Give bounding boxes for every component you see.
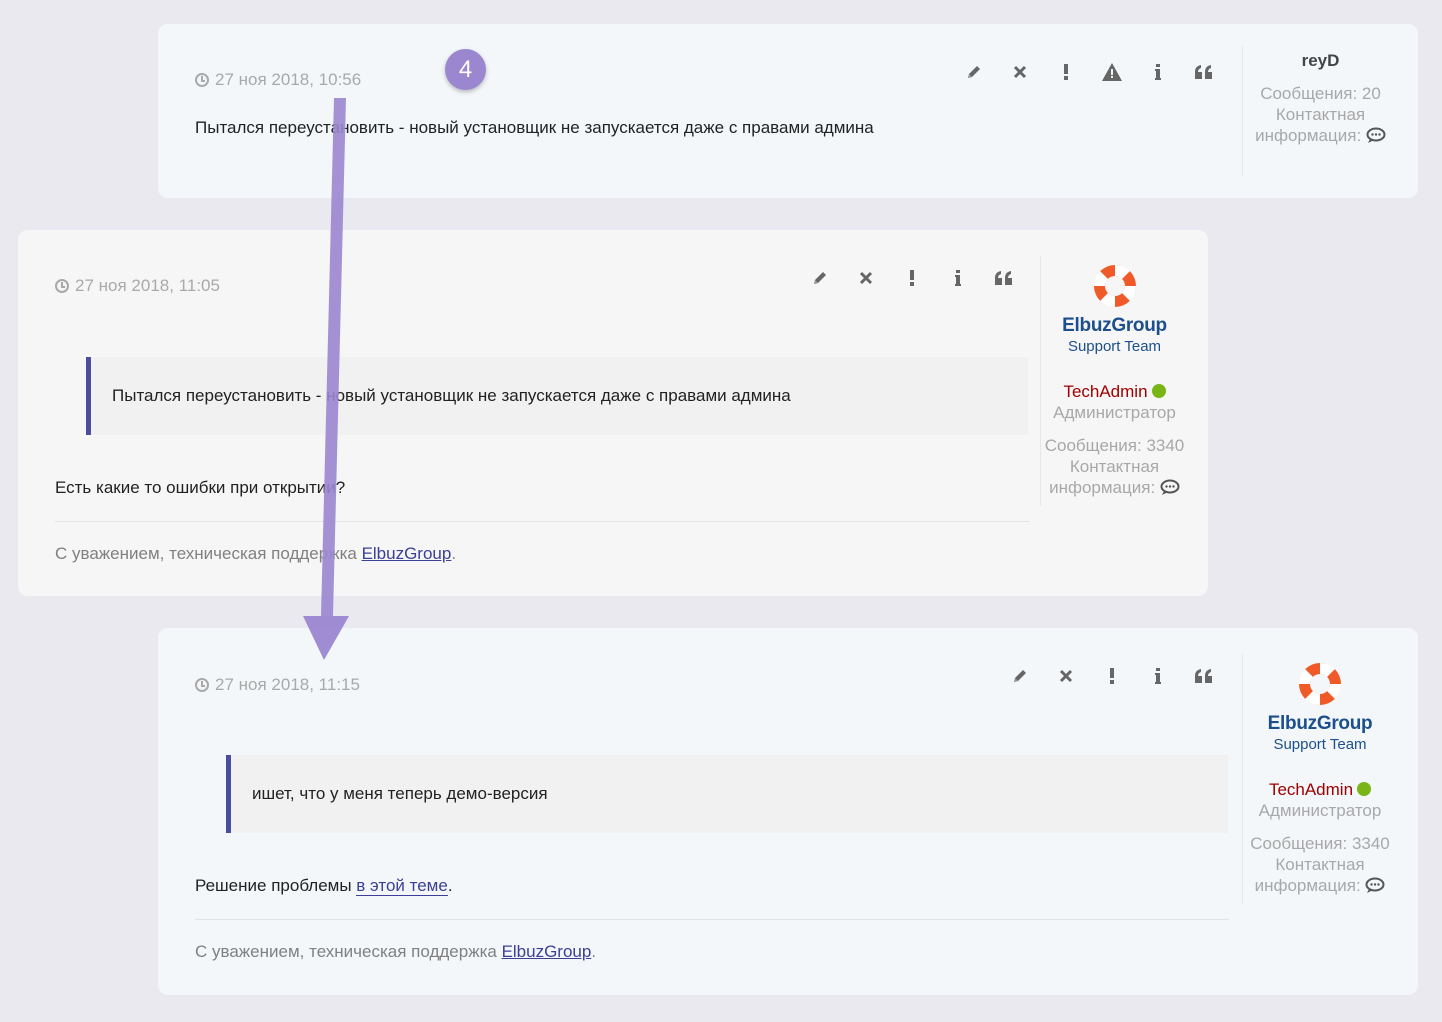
info-icon xyxy=(1155,64,1161,80)
close-icon xyxy=(1013,65,1027,79)
info-button[interactable] xyxy=(1135,60,1181,84)
contact-info: информация: xyxy=(1243,125,1398,146)
edit-button[interactable] xyxy=(797,266,843,290)
close-icon xyxy=(1059,669,1073,683)
post-3: 27 ноя 2018, 11:15 ишет, что у меня тепе… xyxy=(158,628,1418,995)
post-date: 27 ноя 2018, 10:56 xyxy=(195,70,361,90)
report-button[interactable] xyxy=(1043,60,1089,84)
post-date: 27 ноя 2018, 11:15 xyxy=(195,675,360,695)
clock-icon xyxy=(195,73,209,87)
edit-button[interactable] xyxy=(997,664,1043,688)
author-divider xyxy=(1242,654,1243,904)
topic-link[interactable]: в этой теме xyxy=(356,876,448,896)
post-message: Решение проблемы в этой теме. xyxy=(195,876,453,896)
chat-bubble-icon[interactable] xyxy=(1365,877,1385,894)
post-actions xyxy=(997,664,1227,688)
info-button[interactable] xyxy=(1135,664,1181,688)
warning-icon xyxy=(1102,63,1122,81)
online-status-indicator xyxy=(1357,782,1372,796)
quote-icon xyxy=(1195,65,1212,79)
exclamation-icon xyxy=(910,270,914,286)
quote-icon xyxy=(995,271,1012,285)
info-icon xyxy=(955,270,961,286)
author-role: Администратор xyxy=(1258,801,1382,820)
pencil-icon xyxy=(968,66,980,78)
author-name-row: TechAdmin xyxy=(1244,779,1396,800)
contact-label: Контактная xyxy=(1275,105,1366,124)
report-button[interactable] xyxy=(889,266,935,290)
post-2: 27 ноя 2018, 11:05 Пытался переустановит… xyxy=(18,230,1208,596)
exclamation-icon xyxy=(1110,668,1114,684)
edit-button[interactable] xyxy=(951,60,997,84)
contact-label: Контактная xyxy=(1275,855,1365,874)
online-status-indicator xyxy=(1151,384,1166,398)
contact-label: Контактная xyxy=(1069,457,1160,476)
step-number-badge: 4 xyxy=(445,49,486,90)
chat-bubble-icon[interactable] xyxy=(1366,127,1386,144)
post-message: Пытался переустановить - новый установщи… xyxy=(195,118,874,137)
info-button[interactable] xyxy=(935,266,981,290)
signature-link[interactable]: ElbuzGroup xyxy=(502,942,592,961)
exclamation-icon xyxy=(1064,64,1068,80)
warn-button[interactable] xyxy=(1089,60,1135,84)
support-logo: ElbuzGroup Support Team xyxy=(1038,262,1191,357)
delete-button[interactable] xyxy=(997,60,1043,84)
signature-divider xyxy=(195,919,1229,920)
lifebuoy-icon xyxy=(1298,662,1342,706)
author-panel: ElbuzGroup Support Team TechAdmin Админи… xyxy=(1038,262,1191,498)
post-actions xyxy=(951,60,1227,84)
info-icon xyxy=(1155,668,1161,684)
pencil-icon xyxy=(1014,670,1026,682)
author-posts-count: Сообщения: 3340 xyxy=(1044,436,1185,455)
quote-block: ишет, что у меня теперь демо-версия xyxy=(226,755,1228,833)
lifebuoy-icon xyxy=(1093,264,1136,308)
post-date: 27 ноя 2018, 11:05 xyxy=(55,276,220,296)
post-message: Есть какие то ошибки при открытии? xyxy=(55,478,346,497)
quote-button[interactable] xyxy=(981,266,1027,290)
author-name[interactable]: TechAdmin xyxy=(1063,382,1147,401)
author-posts-count: Сообщения: 3340 xyxy=(1250,834,1390,853)
signature: С уважением, техническая поддержка Elbuz… xyxy=(195,942,597,961)
post-1: 27 ноя 2018, 10:56 Пытался переустановит… xyxy=(158,24,1418,198)
clock-icon xyxy=(195,678,209,692)
quote-icon xyxy=(1195,669,1212,683)
report-button[interactable] xyxy=(1089,664,1135,688)
support-logo: ElbuzGroup Support Team xyxy=(1244,660,1396,755)
quote-button[interactable] xyxy=(1181,664,1227,688)
author-posts-count: Сообщения: 20 xyxy=(1260,84,1381,103)
post-actions xyxy=(797,266,1027,290)
delete-button[interactable] xyxy=(1043,664,1089,688)
signature-link[interactable]: ElbuzGroup xyxy=(362,544,452,563)
author-name-row: TechAdmin xyxy=(1038,381,1191,402)
contact-info: информация: xyxy=(1244,875,1396,896)
author-role: Администратор xyxy=(1053,403,1176,422)
author-name[interactable]: reyD xyxy=(1243,50,1398,71)
close-icon xyxy=(859,271,873,285)
author-panel: reyD Сообщения: 20 Контактная информация… xyxy=(1243,50,1398,146)
clock-icon xyxy=(55,279,69,293)
signature-divider xyxy=(55,521,1029,522)
quote-button[interactable] xyxy=(1181,60,1227,84)
quote-block: Пытался переустановить - новый установщи… xyxy=(86,357,1028,435)
delete-button[interactable] xyxy=(843,266,889,290)
author-name[interactable]: TechAdmin xyxy=(1269,780,1353,799)
chat-bubble-icon[interactable] xyxy=(1160,479,1180,496)
author-panel: ElbuzGroup Support Team TechAdmin Админи… xyxy=(1244,660,1396,896)
contact-info: информация: xyxy=(1038,477,1191,498)
signature: С уважением, техническая поддержка Elbuz… xyxy=(55,544,457,563)
pencil-icon xyxy=(814,272,826,284)
